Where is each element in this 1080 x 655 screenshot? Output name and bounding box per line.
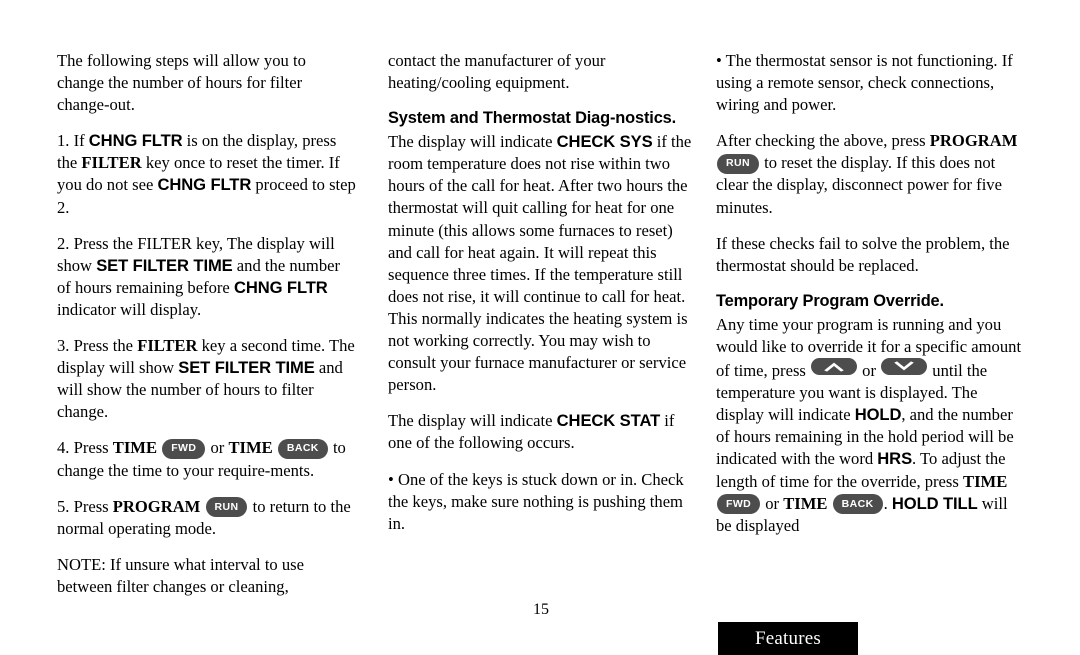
step4-text-a: 4. Press (57, 438, 113, 458)
step4-text-b: or (206, 438, 229, 458)
paragraph-step-3: 3. Press the FILTER key a second time. T… (57, 335, 357, 423)
check-sys-lcd: CHECK SYS (556, 132, 653, 152)
paragraph-if-checks-fail: If these checks fail to solve the proble… (716, 233, 1024, 277)
paragraph-step-1: 1. If CHNG FLTR is on the display, press… (57, 130, 357, 218)
step3-text-a: 3. Press the (57, 336, 138, 356)
back-button[interactable]: BACK (277, 438, 328, 459)
override-text-g: . (883, 493, 892, 513)
step2-lcd-chng-fltr: CHNG FLTR (233, 277, 328, 297)
section-tab-features[interactable]: Features (718, 622, 858, 655)
column-right: • The thermostat sensor is not functioni… (716, 50, 1024, 537)
if-fail-text: If these checks fail to solve the proble… (716, 233, 1010, 275)
step2-text-c: indicator will display. (57, 299, 202, 319)
after-checking-text-a: After checking the above, press (716, 131, 930, 151)
step3-lcd-set-filter-time: SET FILTER TIME (178, 358, 315, 378)
check-sys-text-a: The display will indicate (388, 132, 557, 152)
step5-key-program: PROGRAM (112, 496, 201, 516)
step1-lcd-chng-fltr: CHNG FLTR (88, 131, 183, 151)
paragraph-continuation: contact the manufacturer of your heating… (388, 50, 694, 94)
override-lcd-hold-till: HOLD TILL (891, 493, 978, 513)
paragraph-step-4: 4. Press TIME FWD or TIME BACK to change… (57, 437, 357, 481)
override-lcd-hrs: HRS (877, 449, 913, 469)
paragraph-after-checking: After checking the above, press PROGRAM … (716, 130, 1024, 218)
run-button[interactable]: RUN (717, 153, 759, 174)
manual-page: The following steps will allow you to ch… (0, 0, 1080, 655)
override-key-time-2: TIME (783, 493, 828, 513)
chevron-down-icon[interactable] (881, 358, 928, 376)
step3-key-filter: FILTER (137, 336, 198, 356)
check-sys-text-b: if the room temperature does not rise wi… (388, 132, 692, 395)
paragraph-note: NOTE: If unsure what interval to use bet… (57, 554, 357, 598)
column-middle: contact the manufacturer of your heating… (388, 50, 694, 535)
override-text-f: or (761, 493, 784, 513)
paragraph-bullet-keys-stuck: • One of the keys is stuck down or in. C… (388, 469, 694, 535)
after-checking-key-program: PROGRAM (929, 131, 1018, 151)
step1-text-a: 1. If (57, 131, 89, 151)
step1-key-filter: FILTER (81, 153, 142, 173)
override-lcd-hold: HOLD (854, 405, 902, 425)
step4-key-time-1: TIME (112, 438, 158, 458)
run-button[interactable]: RUN (205, 497, 248, 518)
paragraph-step-5: 5. Press PROGRAM RUN to return to the no… (57, 496, 357, 540)
step1-lcd-chng-fltr-2: CHNG FLTR (157, 175, 252, 195)
override-key-time-1: TIME (963, 471, 1008, 491)
fwd-button[interactable]: FWD (717, 494, 761, 515)
override-text-b: or (858, 361, 881, 381)
paragraph-intro: The following steps will allow you to ch… (57, 50, 357, 116)
step5-text-a: 5. Press (57, 496, 113, 516)
heading-temporary-program-override: Temporary Program Override. (716, 291, 944, 310)
heading-system-diagnostics: System and Thermostat Diag-nostics. (388, 109, 677, 128)
check-stat-text-a: The display will indicate (388, 411, 557, 431)
step2-lcd-set-filter-time: SET FILTER TIME (96, 255, 233, 275)
paragraph-check-stat: The display will indicate CHECK STAT if … (388, 410, 694, 454)
paragraph-bullet-sensor: • The thermostat sensor is not functioni… (716, 50, 1024, 116)
bullet2-text: • The thermostat sensor is not functioni… (716, 51, 1013, 115)
bullet1-text: • One of the keys is stuck down or in. C… (388, 469, 684, 533)
chevron-up-icon[interactable] (811, 358, 858, 376)
intro-text: The following steps will allow you to ch… (57, 51, 306, 115)
note-text: NOTE: If unsure what interval to use bet… (57, 554, 304, 596)
fwd-button[interactable]: FWD (162, 438, 206, 459)
step4-key-time-2: TIME (228, 438, 273, 458)
page-number: 15 (533, 601, 549, 618)
check-stat-lcd: CHECK STAT (556, 411, 661, 431)
back-button[interactable]: BACK (832, 494, 883, 515)
continuation-text: contact the manufacturer of your heating… (388, 51, 606, 93)
paragraph-step-2: 2. Press the FILTER key, The display wil… (57, 233, 357, 321)
paragraph-override: Any time your program is running and you… (716, 314, 1024, 537)
column-left: The following steps will allow you to ch… (57, 50, 357, 598)
paragraph-check-sys: The display will indicate CHECK SYS if t… (388, 131, 694, 396)
